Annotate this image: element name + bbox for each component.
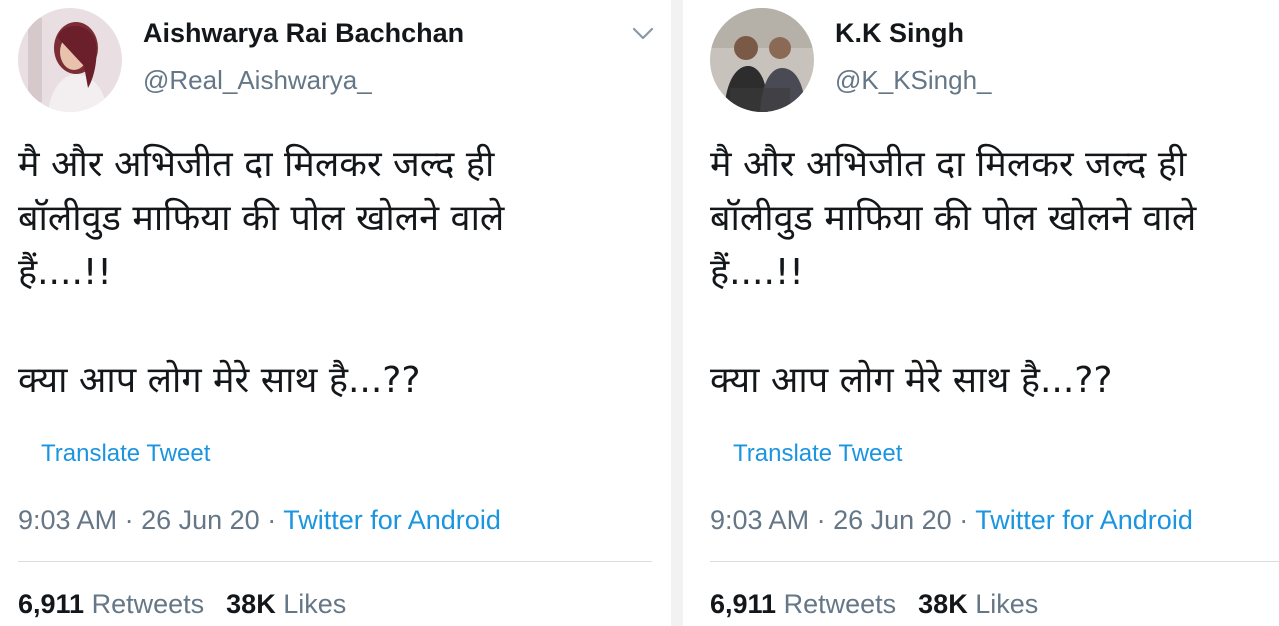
meta-separator: · xyxy=(124,505,134,535)
tweet-source-link[interactable]: Twitter for Android xyxy=(975,505,1193,535)
tweet-stats: 6,911 Retweets 38K Likes xyxy=(710,589,1038,620)
retweets-stat[interactable]: 6,911 Retweets xyxy=(710,589,896,619)
likes-stat[interactable]: 38K Likes xyxy=(918,589,1038,619)
meta-separator: · xyxy=(959,505,969,535)
tweet-stats: 6,911 Retweets 38K Likes xyxy=(18,589,346,620)
retweets-count: 6,911 xyxy=(18,589,85,619)
tweet-meta: 9:03 AM · 26 Jun 20 · Twitter for Androi… xyxy=(18,505,501,536)
divider xyxy=(710,561,1279,562)
divider xyxy=(18,561,652,562)
retweets-label: Retweets xyxy=(783,589,897,619)
tweet-source-link[interactable]: Twitter for Android xyxy=(283,505,501,535)
avatar[interactable] xyxy=(18,8,122,112)
likes-label: Likes xyxy=(975,589,1039,619)
tweet-card: Aishwarya Rai Bachchan @Real_Aishwarya_ … xyxy=(0,0,671,626)
display-name[interactable]: K.K Singh xyxy=(835,18,964,49)
screenshot-divider xyxy=(671,0,683,626)
tweet-text: मै और अभिजीत दा मिलकर जल्द ही बॉलीवुड मा… xyxy=(18,144,505,401)
tweet-card: K.K Singh @K_KSingh_ मै और अभिजीत दा मिल… xyxy=(683,0,1279,626)
meta-separator: · xyxy=(816,505,826,535)
likes-stat[interactable]: 38K Likes xyxy=(226,589,346,619)
tweet-time: 9:03 AM xyxy=(710,505,810,535)
user-handle[interactable]: @Real_Aishwarya_ xyxy=(143,65,372,96)
tweet-time: 9:03 AM xyxy=(18,505,118,535)
tweet-date[interactable]: 26 Jun 20 xyxy=(833,505,952,535)
tweet-meta: 9:03 AM · 26 Jun 20 · Twitter for Androi… xyxy=(710,505,1193,536)
meta-separator: · xyxy=(267,505,277,535)
likes-count: 38K xyxy=(226,589,276,619)
display-name[interactable]: Aishwarya Rai Bachchan xyxy=(143,18,464,49)
likes-count: 38K xyxy=(918,589,968,619)
retweets-label: Retweets xyxy=(91,589,205,619)
chevron-down-icon[interactable] xyxy=(632,26,654,42)
avatar[interactable] xyxy=(710,8,814,112)
retweets-stat[interactable]: 6,911 Retweets xyxy=(18,589,204,619)
likes-label: Likes xyxy=(283,589,347,619)
user-handle[interactable]: @K_KSingh_ xyxy=(835,65,992,96)
tweet-date[interactable]: 26 Jun 20 xyxy=(141,505,260,535)
translate-tweet-link[interactable]: Translate Tweet xyxy=(41,440,210,468)
retweets-count: 6,911 xyxy=(710,589,777,619)
tweet-text: मै और अभिजीत दा मिलकर जल्द ही बॉलीवुड मा… xyxy=(710,144,1197,401)
translate-tweet-link[interactable]: Translate Tweet xyxy=(733,440,902,468)
